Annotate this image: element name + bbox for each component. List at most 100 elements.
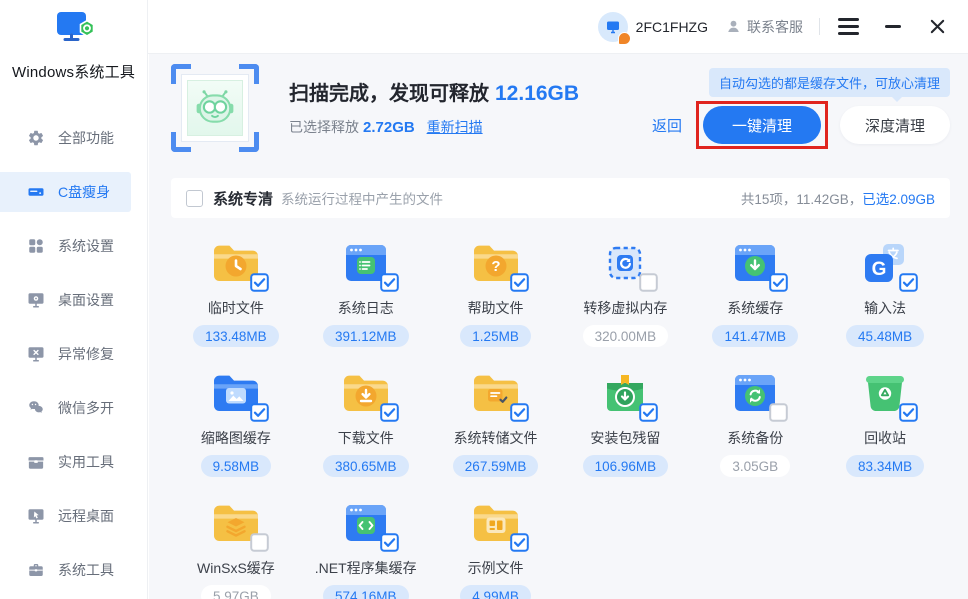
- item-label: 下载文件: [338, 428, 394, 448]
- close-icon[interactable]: [929, 18, 946, 35]
- sidebar-menu: 全部功能 C盘瘦身 系统设置 桌面设置 异常修复 微信多开 实用工具 远程桌面 …: [0, 118, 147, 590]
- file-category-临时文件[interactable]: 临时文件 133.48MB: [171, 230, 301, 360]
- sidebar-item-label: 异常修复: [58, 344, 114, 364]
- section-title: 系统专清: [213, 188, 273, 209]
- rescan-link[interactable]: 重新扫描: [427, 119, 483, 135]
- item-label: 转移虚拟内存: [583, 298, 667, 318]
- item-checkbox-checked[interactable]: [250, 403, 269, 422]
- file-category-系统日志[interactable]: 系统日志 391.12MB: [301, 230, 431, 360]
- file-category-.NET程序集缓存[interactable]: .NET程序集缓存 574.16MB: [301, 490, 431, 599]
- item-label: 帮助文件: [468, 298, 524, 318]
- section-summary: 共15项，11.42GB，: [741, 188, 862, 208]
- file-category-回收站[interactable]: 回收站 83.34MB: [820, 360, 950, 490]
- sidebar-item-label: 全部功能: [58, 128, 114, 148]
- toolbox-icon: [27, 453, 45, 471]
- sidebar-item-label: C盘瘦身: [58, 182, 110, 202]
- section-checkbox[interactable]: [186, 190, 203, 207]
- monitor-gear-icon: [27, 291, 45, 309]
- section-selected-size[interactable]: 已选2.09GB: [862, 188, 935, 208]
- sidebar-item-C盘瘦身[interactable]: C盘瘦身: [0, 172, 131, 212]
- contact-support-button[interactable]: 联系客服: [726, 17, 803, 37]
- file-category-缩略图缓存[interactable]: 缩略图缓存 9.58MB: [171, 360, 301, 490]
- item-label: 临时文件: [208, 298, 264, 318]
- item-label: 缩略图缓存: [201, 428, 271, 448]
- item-checkbox-unchecked[interactable]: [250, 533, 269, 552]
- item-checkbox-unchecked[interactable]: [769, 403, 788, 422]
- svg-text:G: G: [872, 259, 887, 280]
- file-category-帮助文件[interactable]: ? 帮助文件 1.25MB: [431, 230, 561, 360]
- file-category-安装包残留[interactable]: 安装包残留 106.96MB: [560, 360, 690, 490]
- file-category-WinSxS缓存[interactable]: WinSxS缓存 5.97GB: [171, 490, 301, 599]
- account-id[interactable]: 2FC1FHZG: [636, 19, 708, 35]
- sidebar-item-label: 桌面设置: [58, 290, 114, 310]
- item-size-badge: 5.97GB: [201, 585, 271, 599]
- item-size-badge: 83.34MB: [846, 455, 924, 477]
- item-label: 回收站: [864, 428, 906, 448]
- item-size-badge: 380.65MB: [323, 455, 409, 477]
- menu-icon[interactable]: [838, 18, 859, 35]
- file-category-转移虚拟内存[interactable]: 转移虚拟内存 320.00MB: [560, 230, 690, 360]
- item-size-badge: 9.58MB: [201, 455, 272, 477]
- account-avatar[interactable]: [598, 12, 628, 42]
- file-category-下载文件[interactable]: 下载文件 380.65MB: [301, 360, 431, 490]
- releasable-size: 12.16GB: [495, 82, 579, 105]
- item-checkbox-checked[interactable]: [250, 273, 269, 292]
- wechat-icon: [27, 399, 45, 417]
- file-category-系统缓存[interactable]: 系统缓存 141.47MB: [690, 230, 820, 360]
- item-checkbox-checked[interactable]: [510, 533, 529, 552]
- item-checkbox-unchecked[interactable]: [639, 273, 658, 292]
- item-size-badge: 106.96MB: [583, 455, 669, 477]
- scan-header: 扫描完成，发现可释放12.16GB 已选择释放2.72GB 重新扫描 自动勾选的…: [149, 54, 968, 152]
- scan-result-title: 扫描完成，发现可释放12.16GB: [289, 77, 579, 106]
- item-checkbox-checked[interactable]: [380, 403, 399, 422]
- one-click-clean-button[interactable]: 一键清理: [703, 106, 821, 144]
- item-checkbox-checked[interactable]: [639, 403, 658, 422]
- minimize-icon[interactable]: [885, 18, 903, 36]
- item-checkbox-checked[interactable]: [899, 273, 918, 292]
- item-label: 系统备份: [727, 428, 783, 448]
- item-label: 示例文件: [468, 558, 524, 578]
- item-checkbox-checked[interactable]: [380, 273, 399, 292]
- sidebar-item-异常修复[interactable]: 异常修复: [0, 334, 147, 374]
- sidebar-item-label: 微信多开: [58, 398, 114, 418]
- app-logo-icon: [52, 8, 96, 57]
- titlebar: 2FC1FHZG 联系客服: [148, 0, 968, 54]
- item-checkbox-checked[interactable]: [510, 273, 529, 292]
- svg-text:?: ?: [491, 258, 500, 275]
- item-label: 系统缓存: [727, 298, 783, 318]
- deep-clean-button[interactable]: 深度清理: [840, 106, 950, 144]
- item-checkbox-checked[interactable]: [899, 403, 918, 422]
- monitor-icon: [605, 19, 621, 35]
- item-size-badge: 320.00MB: [583, 325, 669, 347]
- item-checkbox-checked[interactable]: [769, 273, 788, 292]
- sidebar-item-实用工具[interactable]: 实用工具: [0, 442, 147, 482]
- remote-desktop-icon: [27, 507, 45, 525]
- system-clean-section: 系统专清 系统运行过程中产生的文件 共15项，11.42GB， 已选2.09GB: [171, 178, 950, 218]
- item-size-badge: 45.48MB: [846, 325, 924, 347]
- item-checkbox-checked[interactable]: [380, 533, 399, 552]
- file-category-系统备份[interactable]: 系统备份 3.05GB: [690, 360, 820, 490]
- support-label: 联系客服: [747, 17, 803, 37]
- back-link[interactable]: 返回: [652, 115, 682, 136]
- sidebar-item-全部功能[interactable]: 全部功能: [0, 118, 147, 158]
- sidebar-item-远程桌面[interactable]: 远程桌面: [0, 496, 147, 536]
- item-checkbox-checked[interactable]: [510, 403, 529, 422]
- file-category-系统转储文件[interactable]: 系统转储文件 267.59MB: [431, 360, 561, 490]
- file-category-示例文件[interactable]: 示例文件 4.99MB: [431, 490, 561, 599]
- briefcase-icon: [27, 561, 45, 579]
- avatar-badge-icon: [618, 32, 631, 45]
- file-category-输入法[interactable]: G 输入法 45.48MB: [820, 230, 950, 360]
- gear-icon: [27, 129, 45, 147]
- sidebar-item-桌面设置[interactable]: 桌面设置: [0, 280, 147, 320]
- item-size-badge: 391.12MB: [323, 325, 409, 347]
- robot-scan-icon: [171, 64, 259, 152]
- sidebar-item-系统工具[interactable]: 系统工具: [0, 550, 147, 590]
- item-size-badge: 133.48MB: [193, 325, 279, 347]
- item-label: 输入法: [864, 298, 906, 318]
- file-category-grid: 临时文件 133.48MB 系统日志 391.12MB ? 帮助文件 1.25M…: [171, 230, 950, 599]
- sidebar-item-微信多开[interactable]: 微信多开: [0, 388, 147, 428]
- item-size-badge: 267.59MB: [453, 455, 539, 477]
- sidebar-item-系统设置[interactable]: 系统设置: [0, 226, 147, 266]
- scan-result-sub: 已选择释放2.72GB 重新扫描: [289, 117, 579, 137]
- sidebar-item-label: 系统工具: [58, 560, 114, 580]
